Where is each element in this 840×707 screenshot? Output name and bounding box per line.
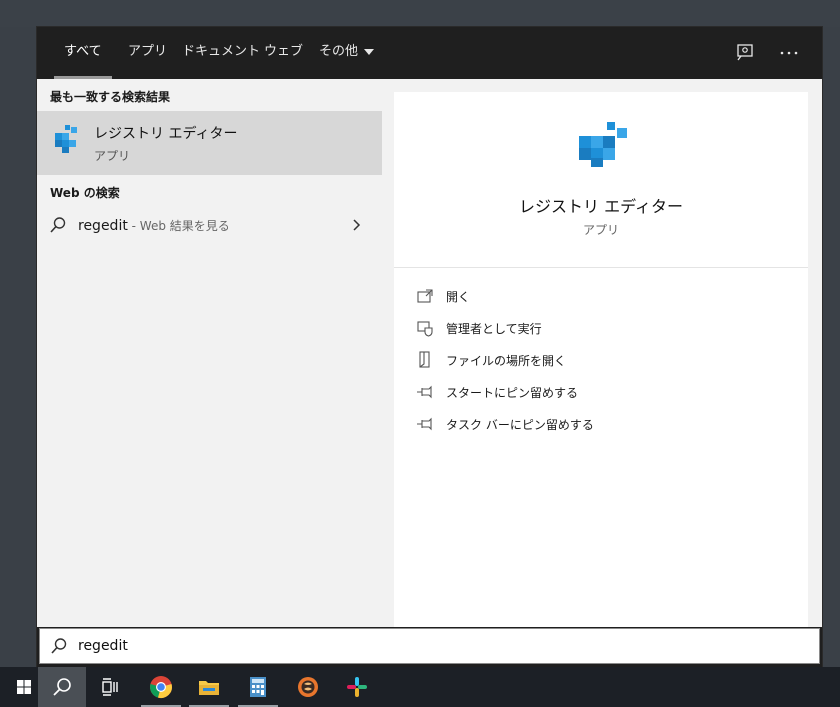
search-scope-tabs: すべて アプリ ドキュメント ウェブ その他 [37, 27, 822, 79]
best-match-name: レジストリ エディター [94, 126, 238, 142]
preview-app-name: レジストリ エディター [519, 197, 683, 216]
search-icon [50, 217, 66, 233]
preview-app-type: アプリ [582, 223, 619, 237]
file-location-icon [419, 351, 430, 368]
desktop-background [0, 0, 840, 27]
tab-all[interactable]: すべて [54, 27, 112, 79]
action-run-as-admin-label: 管理者として実行 [446, 322, 542, 336]
taskbar [0, 667, 840, 707]
web-result-text: regedit - Web 結果を見る [78, 217, 230, 234]
web-result-suffix: - Web 結果を見る [127, 219, 230, 233]
search-panel: すべて アプリ ドキュメント ウェブ その他 最も一致する検索結果 レジストリ … [37, 27, 822, 667]
best-match-heading: 最も一致する検索結果 [50, 90, 171, 104]
run-as-admin-icon [417, 321, 433, 337]
pin-icon [417, 385, 432, 399]
file-explorer-icon [199, 681, 219, 695]
tab-apps[interactable]: アプリ [128, 27, 167, 79]
action-open-label: 開く [446, 290, 471, 304]
open-icon [417, 289, 433, 303]
feedback-icon[interactable] [735, 41, 759, 65]
search-icon [53, 678, 71, 696]
web-query: regedit [78, 218, 128, 234]
tab-more-label: その他 [319, 44, 359, 59]
best-match-type: アプリ [94, 149, 131, 163]
task-view-button[interactable] [86, 667, 134, 707]
taskbar-file-explorer[interactable] [185, 667, 233, 707]
start-icon [17, 680, 31, 694]
more-options-icon[interactable] [777, 41, 801, 65]
web-search-heading: Web の検索 [50, 186, 120, 200]
task-view-icon [102, 678, 118, 696]
web-search-result[interactable]: regedit - Web 結果を見る [37, 211, 382, 241]
caret-down-icon [364, 48, 375, 55]
chrome-icon [150, 676, 172, 698]
taskbar-chrome[interactable] [137, 667, 185, 707]
registry-editor-icon [579, 122, 627, 167]
search-box[interactable] [39, 628, 820, 664]
results-list: 最も一致する検索結果 レジストリ エディター アプリ Web の検索 reged… [37, 79, 382, 627]
calculator-icon [250, 677, 266, 697]
action-pin-to-start-label: スタートにピン留めする [446, 386, 579, 400]
best-match-result[interactable]: レジストリ エディター アプリ [37, 111, 382, 175]
preview-pane: レジストリ エディター アプリ 開く 管理者として実行 ファイルの場所を開く ス… [394, 92, 808, 627]
taskbar-slack[interactable] [333, 667, 381, 707]
chevron-right-icon[interactable] [351, 218, 363, 232]
preview-divider [394, 267, 808, 268]
taskbar-calculator[interactable] [234, 667, 282, 707]
tab-more[interactable]: その他 [319, 27, 375, 79]
tab-web[interactable]: ウェブ [264, 27, 303, 79]
action-pin-to-taskbar-label: タスク バーにピン留めする [446, 418, 594, 432]
search-icon [51, 638, 67, 654]
slack-icon [347, 677, 367, 697]
pin-icon [417, 417, 432, 431]
search-input[interactable] [78, 634, 758, 658]
registry-editor-icon [55, 125, 77, 153]
action-open-file-location-label: ファイルの場所を開く [446, 354, 567, 368]
tab-documents[interactable]: ドキュメント [182, 27, 260, 79]
app-icon [298, 677, 318, 697]
taskbar-search-button[interactable] [38, 667, 86, 707]
taskbar-app[interactable] [284, 667, 332, 707]
